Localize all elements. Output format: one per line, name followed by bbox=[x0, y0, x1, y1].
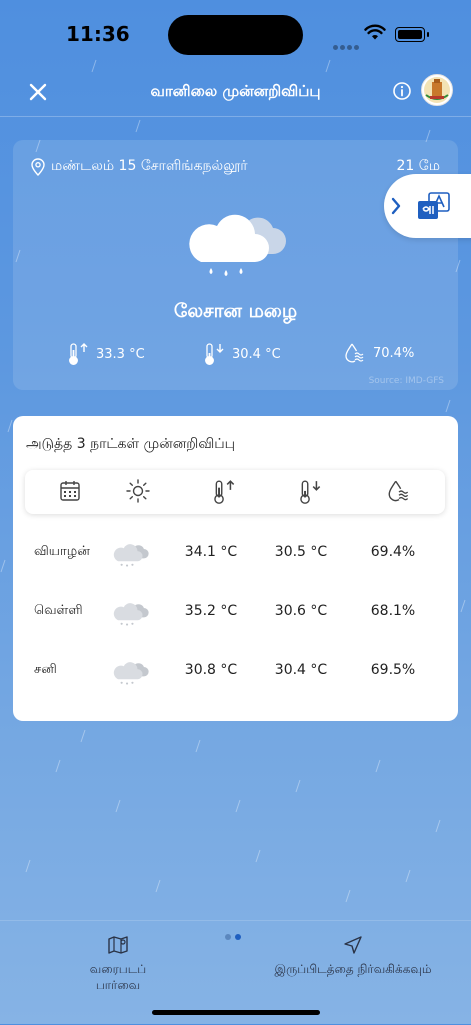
language-toggle-button[interactable] bbox=[384, 174, 471, 238]
light-rain-cloud-icon bbox=[189, 214, 286, 276]
tab-map-view-label: வரைபடப் பார்வை bbox=[89, 962, 147, 992]
forecast-row: வியாழன் 34.1 °C 30.5 °C 69.4% bbox=[13, 538, 458, 568]
humidity-stat: 70.4% bbox=[343, 342, 414, 364]
light-rain-cloud-icon bbox=[113, 544, 149, 567]
data-source: Source: IMD-GFS bbox=[368, 376, 444, 386]
dynamic-island bbox=[168, 15, 303, 55]
forecast-humidity: 68.1% bbox=[370, 603, 416, 619]
tab-map-view[interactable]: வரைபடப் பார்வை bbox=[68, 935, 168, 994]
current-weather-card: மண்டலம் 15 சோளிங்கநல்லூர் 21 மே லேசான மழ… bbox=[13, 140, 458, 390]
forecast-column-headers bbox=[25, 470, 445, 514]
humidity-value: 70.4% bbox=[373, 345, 415, 361]
forecast-max-temp: 34.1 °C bbox=[184, 544, 238, 560]
forecast-row: சனி 30.8 °C 30.4 °C 69.5% bbox=[13, 656, 458, 686]
thermometer-up-icon bbox=[69, 343, 88, 365]
home-indicator[interactable] bbox=[152, 1010, 320, 1015]
max-temp-stat: 33.3 °C bbox=[68, 342, 145, 366]
chevron-right-icon bbox=[391, 197, 401, 215]
humidity-icon bbox=[345, 343, 364, 363]
signal-icon bbox=[333, 35, 361, 54]
light-rain-cloud-icon bbox=[113, 603, 149, 626]
current-stats: 33.3 °C 30.4 °C 70.4% bbox=[13, 342, 458, 368]
light-rain-cloud-icon bbox=[113, 662, 149, 685]
thermometer-up-icon bbox=[214, 480, 235, 504]
weather-condition: லேசான மழை bbox=[173, 300, 298, 322]
humidity-icon bbox=[388, 480, 409, 502]
page-dot-active bbox=[235, 934, 241, 940]
location-arrow-icon bbox=[344, 936, 362, 954]
location-name: மண்டலம் 15 சோளிங்கநல்லூர் bbox=[51, 158, 248, 174]
battery-icon bbox=[395, 27, 429, 42]
forecast-min-temp: 30.4 °C bbox=[274, 662, 328, 678]
wifi-icon bbox=[364, 24, 386, 40]
thermometer-down-icon bbox=[300, 480, 321, 504]
forecast-day: சனி bbox=[34, 662, 57, 677]
emblem-icon bbox=[424, 77, 450, 103]
max-temp-value: 33.3 °C bbox=[96, 346, 145, 362]
forecast-title: அடுத்த 3 நாட்கள் முன்னறிவிப்பு bbox=[26, 436, 236, 452]
forecast-day: வியாழன் bbox=[34, 544, 90, 559]
info-icon[interactable] bbox=[392, 81, 412, 101]
forecast-min-temp: 30.6 °C bbox=[274, 603, 328, 619]
status-time: 11:36 bbox=[66, 22, 130, 46]
sun-icon bbox=[126, 479, 150, 503]
tab-manage-location[interactable]: இருப்பிடத்தை நிர்வகிக்கவும் bbox=[272, 935, 434, 978]
forecast-max-temp: 35.2 °C bbox=[184, 603, 238, 619]
tab-manage-location-label: இருப்பிடத்தை நிர்வகிக்கவும் bbox=[274, 962, 432, 976]
forecast-max-temp: 30.8 °C bbox=[184, 662, 238, 678]
page-dot bbox=[225, 934, 231, 940]
government-emblem-logo[interactable] bbox=[421, 74, 453, 106]
min-temp-value: 30.4 °C bbox=[232, 346, 281, 362]
forecast-min-temp: 30.5 °C bbox=[274, 544, 328, 560]
status-bar: 11:36 bbox=[0, 0, 471, 70]
location-pin-icon bbox=[31, 158, 45, 176]
forecast-humidity: 69.4% bbox=[370, 544, 416, 560]
page-indicator[interactable] bbox=[225, 925, 245, 944]
thermometer-down-icon bbox=[205, 343, 224, 365]
translate-icon bbox=[418, 192, 450, 219]
min-temp-stat: 30.4 °C bbox=[204, 342, 281, 366]
calendar-icon bbox=[60, 481, 80, 501]
forecast-card: அடுத்த 3 நாட்கள் முன்னறிவிப்பு வியாழன் 3… bbox=[13, 416, 458, 721]
forecast-day: வெள்ளி bbox=[34, 603, 83, 618]
app-header: வானிலை முன்னறிவிப்பு bbox=[0, 70, 471, 117]
map-icon bbox=[108, 936, 128, 954]
location-row: மண்டலம் 15 சோளிங்கநல்லூர் bbox=[31, 158, 248, 176]
forecast-humidity: 69.5% bbox=[370, 662, 416, 678]
forecast-row: வெள்ளி 35.2 °C 30.6 °C 68.1% bbox=[13, 597, 458, 627]
